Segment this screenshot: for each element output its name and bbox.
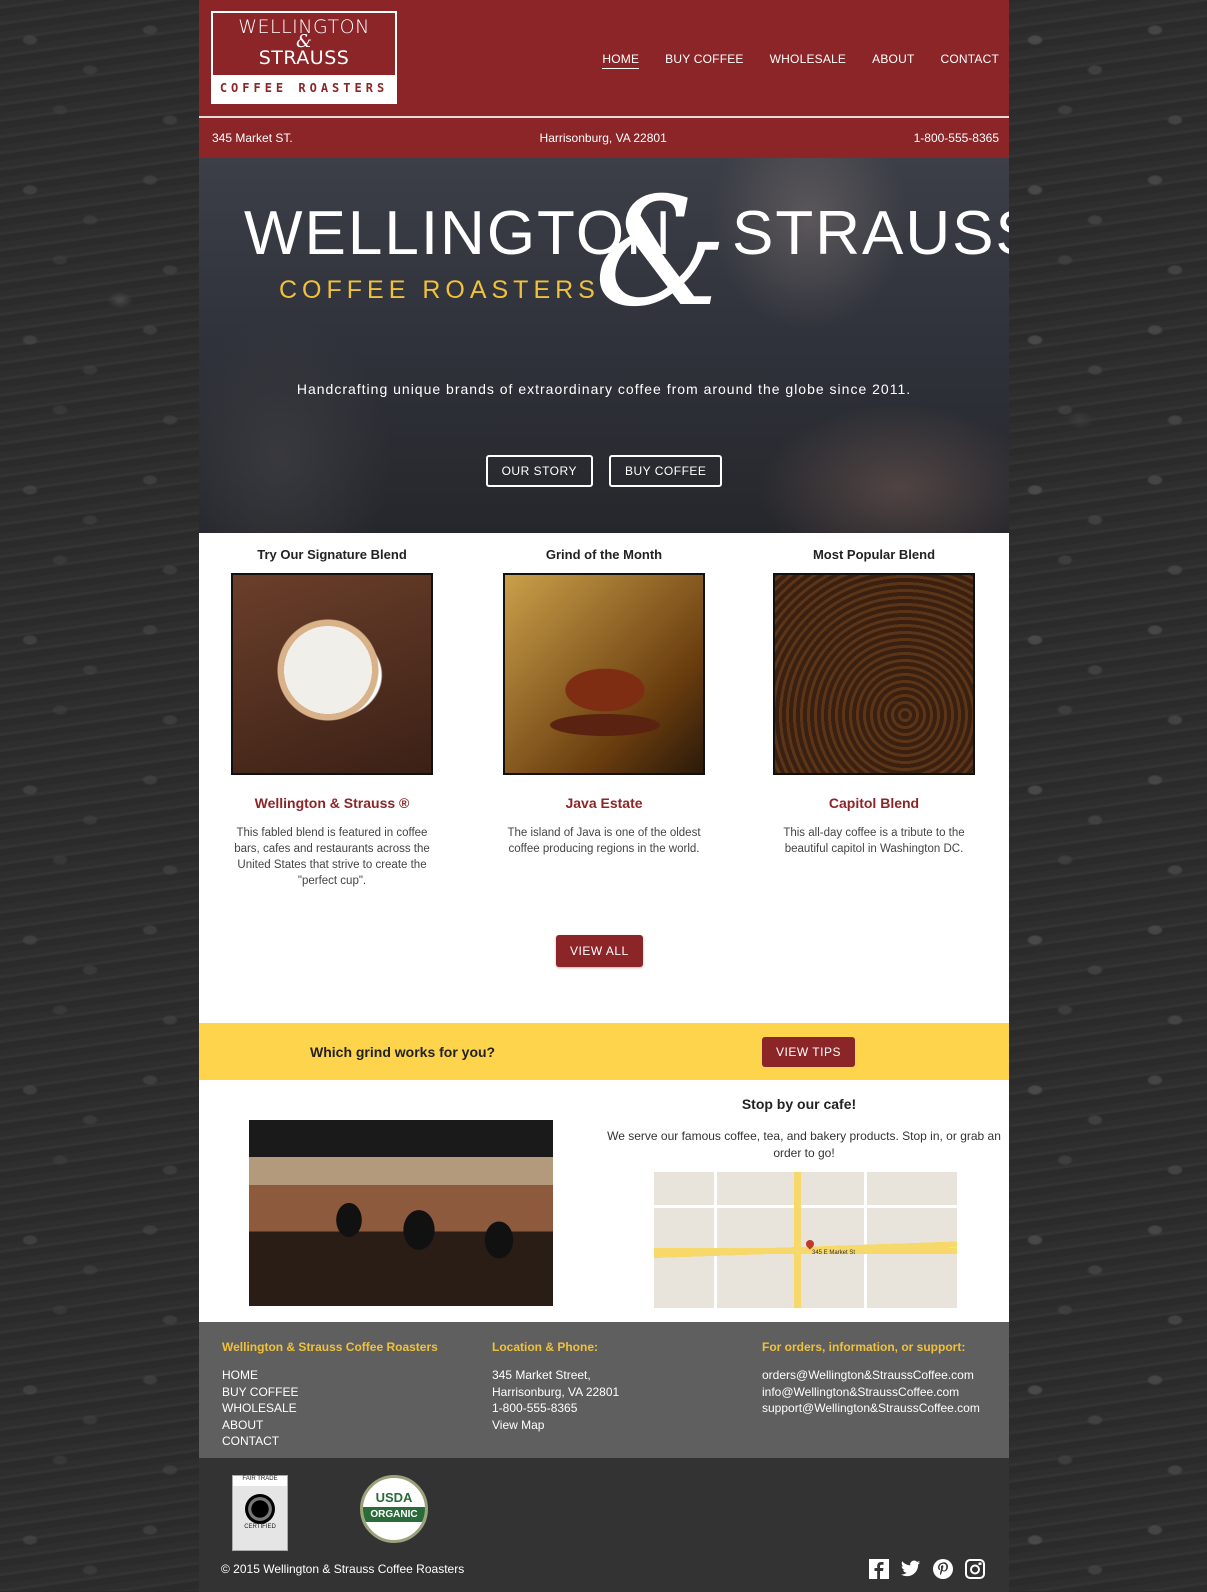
cafe-section: Stop by our cafe! We serve our famous co…	[199, 1080, 1009, 1322]
hero-brand-ampersand: &	[594, 166, 728, 340]
view-tips-button[interactable]: VIEW TIPS	[762, 1037, 855, 1067]
footer-email-support[interactable]: support@Wellington&StraussCoffee.com	[762, 1400, 980, 1417]
product-image-cup[interactable]	[503, 573, 705, 775]
info-bar: 345 Market ST. Harrisonburg, VA 22801 1-…	[212, 131, 999, 145]
social-links	[868, 1558, 985, 1579]
hero-buttons: OUR STORY BUY COFFEE	[199, 455, 1009, 487]
hero-banner: WELLINGTON & STRAUSS COFFEE ROASTERS Han…	[199, 158, 1009, 533]
usda-organic-badge: USDA ORGANIC	[360, 1475, 428, 1543]
footer-link-buy-coffee[interactable]: BUY COFFEE	[222, 1384, 438, 1401]
footer-email-orders[interactable]: orders@Wellington&StraussCoffee.com	[762, 1367, 980, 1384]
twitter-icon[interactable]	[900, 1558, 921, 1579]
product-name[interactable]: Wellington & Strauss ®	[212, 795, 452, 811]
footer-link-about[interactable]: ABOUT	[222, 1417, 438, 1434]
grind-banner: Which grind works for you? VIEW TIPS	[199, 1023, 1009, 1080]
footer-city-line: Harrisonburg, VA 22801	[492, 1384, 620, 1399]
hero-brand-right: STRAUSS	[732, 199, 1009, 268]
product-image-cappuccino[interactable]	[231, 573, 433, 775]
info-city: Harrisonburg, VA 22801	[539, 131, 667, 145]
info-address: 345 Market ST.	[212, 131, 293, 145]
product-description: This all-day coffee is a tribute to the …	[783, 827, 965, 855]
product-card: Most Popular Blend Capitol Blend This al…	[754, 547, 994, 857]
beans-left	[0, 0, 202, 1591]
hero-subtitle: COFFEE ROASTERS	[279, 276, 600, 304]
product-image-grinder[interactable]	[773, 573, 975, 775]
product-heading: Grind of the Month	[545, 547, 663, 562]
footer-col-title: Wellington & Strauss Coffee Roasters	[222, 1340, 438, 1354]
footer-link-contact[interactable]: CONTACT	[222, 1433, 438, 1450]
product-card: Try Our Signature Blend Wellington & Str…	[212, 547, 452, 889]
nav-home[interactable]: HOME	[602, 52, 640, 69]
organic-text: ORGANIC	[363, 1507, 425, 1522]
footer-link-wholesale[interactable]: WHOLESALE	[222, 1400, 438, 1417]
footer-phone-line: 1-800-555-8365	[492, 1401, 578, 1415]
cafe-text: We serve our famous coffee, tea, and bak…	[607, 1129, 1001, 1160]
product-card: Grind of the Month Java Estate The islan…	[484, 547, 724, 857]
footer-col-links: Wellington & Strauss Coffee Roasters HOM…	[222, 1340, 438, 1450]
hero-tagline: Handcrafting unique brands of extraordin…	[296, 381, 912, 397]
instagram-icon[interactable]	[964, 1558, 985, 1579]
site-footer: Wellington & Strauss Coffee Roasters HOM…	[199, 1322, 1009, 1458]
our-story-button[interactable]: OUR STORY	[485, 455, 593, 487]
cafe-title: Stop by our cafe!	[741, 1096, 857, 1112]
usda-text: USDA	[375, 1490, 413, 1505]
site-logo[interactable]: WELLINGTON & STRAUSS COFFEE ROASTERS	[211, 11, 397, 104]
footer-email-info[interactable]: info@Wellington&StraussCoffee.com	[762, 1384, 980, 1401]
copyright: © 2015 Wellington & Strauss Coffee Roast…	[221, 1562, 465, 1576]
product-description: This fabled blend is featured in coffee …	[234, 827, 430, 887]
header-divider	[199, 116, 1009, 118]
footer-address-line: 345 Market Street,	[492, 1368, 591, 1382]
nav-buy-coffee[interactable]: BUY COFFEE	[665, 52, 743, 69]
nav-about[interactable]: ABOUT	[872, 52, 914, 69]
footer-view-map-link[interactable]: View Map	[492, 1417, 619, 1434]
buy-coffee-button[interactable]: BUY COFFEE	[608, 455, 723, 487]
fair-trade-icon	[245, 1494, 275, 1524]
site-header: WELLINGTON & STRAUSS COFFEE ROASTERS HOM…	[199, 0, 1009, 158]
logo-subtitle: COFFEE ROASTERS	[213, 75, 395, 102]
beans-right	[1005, 0, 1207, 1591]
nav-contact[interactable]: CONTACT	[940, 52, 999, 69]
pinterest-icon[interactable]	[932, 1558, 953, 1579]
footer-col-contact: For orders, information, or support: ord…	[762, 1340, 980, 1417]
cafe-photo	[249, 1120, 553, 1306]
main-nav: HOME BUY COFFEE WHOLESALE ABOUT CONTACT	[602, 52, 999, 69]
footer-col-location: Location & Phone: 345 Market Street, Har…	[492, 1340, 619, 1433]
fair-trade-top-text: FAIR TRADE	[242, 1476, 278, 1482]
logo-ampersand: &	[295, 31, 313, 52]
map-pin-icon	[804, 1238, 816, 1250]
footer-bottom: FAIR TRADE CERTIFIED USDA ORGANIC © 2015…	[199, 1458, 1009, 1592]
facebook-icon[interactable]	[868, 1558, 889, 1579]
product-heading: Try Our Signature Blend	[257, 547, 407, 562]
footer-link-home[interactable]: HOME	[222, 1367, 438, 1384]
info-phone: 1-800-555-8365	[913, 131, 999, 145]
page-container: WELLINGTON & STRAUSS COFFEE ROASTERS HOM…	[199, 0, 1009, 1592]
fair-trade-badge: FAIR TRADE CERTIFIED	[232, 1475, 288, 1551]
cafe-map[interactable]: 345 E Market St	[654, 1172, 957, 1308]
products-section: Try Our Signature Blend Wellington & Str…	[199, 533, 1009, 1023]
product-description: The island of Java is one of the oldest …	[507, 827, 701, 855]
map-label: 345 E Market St	[812, 1250, 856, 1256]
fair-trade-bottom-text: CERTIFIED	[244, 1524, 276, 1530]
product-name[interactable]: Java Estate	[484, 795, 724, 811]
footer-col-title: Location & Phone:	[492, 1340, 598, 1354]
product-heading: Most Popular Blend	[812, 547, 936, 562]
nav-wholesale[interactable]: WHOLESALE	[770, 52, 847, 69]
grind-question: Which grind works for you?	[310, 1044, 496, 1060]
product-name[interactable]: Capitol Blend	[754, 795, 994, 811]
view-all-button[interactable]: VIEW ALL	[556, 935, 643, 967]
logo-line2: STRAUSS	[258, 47, 350, 69]
footer-col-title: For orders, information, or support:	[762, 1340, 966, 1354]
